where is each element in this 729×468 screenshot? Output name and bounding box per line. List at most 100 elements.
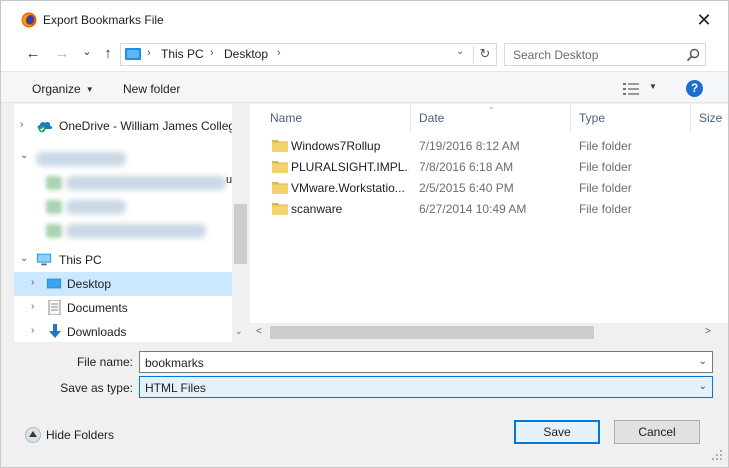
navigation-scrollbar[interactable]: ⌄ [232, 104, 249, 342]
collapse-icon[interactable]: ⌄ [20, 253, 28, 264]
scrollbar-thumb[interactable] [270, 326, 594, 339]
file-name: PLURALSIGHT.IMPL... [291, 160, 409, 174]
file-name-field[interactable]: bookmarks ⌄ [139, 351, 713, 373]
address-dropdown-icon[interactable]: ⌄ [456, 46, 464, 57]
tree-item-onedrive[interactable]: › OneDrive - William James Colleg [14, 114, 236, 138]
save-button[interactable]: Save [514, 420, 600, 444]
back-button[interactable]: ← [23, 44, 43, 64]
recent-locations-button[interactable]: ⌄ [77, 42, 97, 62]
file-name: scanware [291, 202, 343, 216]
folder-icon [272, 140, 288, 152]
table-row[interactable]: PLURALSIGHT.IMPL... 7/8/2016 6:18 AM Fil… [250, 157, 728, 178]
tree-label-desktop: Desktop [67, 277, 112, 291]
redacted-item [66, 224, 206, 238]
chevron-down-icon[interactable]: ⌄ [699, 381, 707, 392]
close-icon: ✕ [696, 10, 712, 30]
title-bar: Export Bookmarks File ✕ [1, 1, 728, 39]
scrollbar-thumb[interactable] [234, 204, 247, 264]
folder-icon [272, 203, 288, 215]
redacted-item [66, 200, 126, 214]
table-row[interactable]: scanware 6/27/2014 10:49 AM File folder [250, 199, 728, 220]
file-list: Name ⌄ Date Type Size Windows7Rollup 7/1… [250, 104, 728, 342]
view-options-icon[interactable] [623, 83, 639, 95]
breadcrumb-desktop[interactable]: Desktop [224, 47, 268, 61]
expand-icon[interactable]: › [31, 325, 34, 336]
column-divider[interactable] [410, 104, 411, 132]
view-dropdown-icon[interactable]: ▼ [649, 82, 657, 91]
documents-icon [48, 300, 61, 315]
new-folder-button[interactable]: New folder [123, 82, 180, 96]
cancel-button[interactable]: Cancel [614, 420, 700, 444]
chevron-down-icon: ⌄ [82, 46, 92, 58]
collapse-icon[interactable]: ⌄ [20, 150, 28, 161]
tree-item-this-pc[interactable]: ⌄ This PC [14, 248, 232, 272]
navigation-pane: › OneDrive - William James Colleg ⌄ u ⌄ [14, 104, 249, 342]
save-as-type-value: HTML Files [145, 381, 206, 395]
column-header-name[interactable]: Name [270, 111, 302, 125]
search-box[interactable]: Search Desktop [504, 43, 706, 66]
horizontal-scrollbar[interactable]: < > [250, 323, 728, 342]
table-row[interactable]: VMware.Workstatio... 2/5/2015 6:40 PM Fi… [250, 178, 728, 199]
redacted-icon [46, 224, 62, 238]
monitor-icon [125, 48, 141, 60]
address-bar[interactable]: › This PC › Desktop › ⌄ ↻ [120, 43, 497, 66]
redacted-icon [46, 200, 62, 214]
column-header-type[interactable]: Type [579, 111, 605, 125]
redacted-icon [46, 176, 62, 190]
address-row: ← → ⌄ ↑ › This PC › Desktop › ⌄ ↻ Search… [1, 39, 728, 71]
expand-icon[interactable]: › [31, 277, 34, 288]
expand-icon[interactable]: › [31, 301, 34, 312]
scroll-right-icon[interactable]: > [705, 326, 711, 337]
tree-label-downloads: Downloads [67, 325, 127, 339]
column-header-date[interactable]: Date [419, 111, 444, 125]
expand-icon[interactable]: › [20, 119, 23, 130]
organize-menu[interactable]: Organize ▼ [32, 82, 94, 96]
tree-label-documents: Documents [67, 301, 128, 315]
file-name: VMware.Workstatio... [291, 181, 405, 195]
chevron-down-icon[interactable]: ⌄ [699, 356, 707, 367]
scroll-left-icon[interactable]: < [256, 326, 262, 337]
help-icon[interactable]: ? [686, 80, 703, 97]
file-type: File folder [579, 202, 632, 216]
search-placeholder: Search Desktop [513, 48, 599, 62]
tree-item-desktop[interactable]: › Desktop [14, 272, 232, 296]
back-arrow-icon: ← [25, 45, 41, 62]
scroll-down-icon[interactable]: ⌄ [235, 326, 243, 337]
file-date: 2/5/2015 6:40 PM [419, 181, 514, 195]
up-arrow-icon: ↑ [104, 45, 112, 62]
desktop-icon [46, 278, 62, 289]
save-as-type-label: Save as type: [60, 381, 133, 395]
column-divider[interactable] [570, 104, 571, 132]
tree-item-documents[interactable]: › Documents [14, 296, 232, 320]
organize-label: Organize [32, 82, 81, 96]
column-divider[interactable] [690, 104, 691, 132]
file-date: 7/8/2016 6:18 AM [419, 160, 514, 174]
tree-label-onedrive: OneDrive - William James Colleg [59, 119, 236, 133]
breadcrumb-separator[interactable]: › [210, 47, 214, 59]
up-button[interactable]: ↑ [98, 44, 118, 64]
tree-label-this-pc: This PC [59, 253, 102, 267]
folder-icon [272, 182, 288, 194]
column-header-size[interactable]: Size [699, 111, 722, 125]
caret-down-icon: ▼ [85, 85, 94, 94]
save-as-type-select[interactable]: HTML Files ⌄ [139, 376, 713, 398]
breadcrumb-this-pc[interactable]: This PC [161, 47, 204, 61]
collapse-up-icon [25, 427, 41, 443]
refresh-icon[interactable]: ↻ [476, 45, 494, 63]
breadcrumb-separator[interactable]: › [277, 47, 281, 59]
resize-grip-icon[interactable] [711, 449, 723, 461]
firefox-icon [21, 12, 37, 28]
redacted-item [66, 176, 226, 190]
file-date: 6/27/2014 10:49 AM [419, 202, 527, 216]
table-row[interactable]: Windows7Rollup 7/19/2016 8:12 AM File fo… [250, 136, 728, 157]
downloads-icon [49, 324, 61, 338]
breadcrumb-separator[interactable]: › [147, 47, 151, 59]
file-type: File folder [579, 160, 632, 174]
search-icon[interactable] [685, 47, 701, 63]
tree-item-downloads[interactable]: › Downloads [14, 320, 232, 342]
forward-button[interactable]: → [52, 44, 72, 64]
file-name-label: File name: [76, 355, 133, 369]
close-button[interactable]: ✕ [691, 7, 717, 33]
computer-icon [36, 253, 52, 266]
export-bookmarks-dialog: Export Bookmarks File ✕ ← → ⌄ ↑ › This P… [0, 0, 729, 468]
